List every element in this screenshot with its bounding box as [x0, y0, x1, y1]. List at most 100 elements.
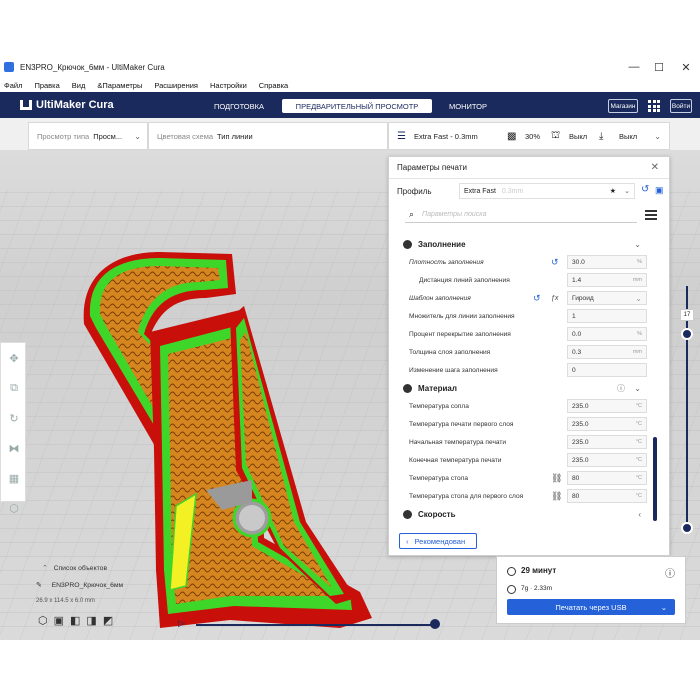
support-blocker-icon[interactable]: ⬡	[1, 493, 27, 523]
close-window-button[interactable]: ✕	[672, 56, 700, 78]
setting-unit: %	[637, 331, 642, 337]
settings-scrollbar[interactable]	[653, 437, 657, 521]
stage-monitor[interactable]: МОНИТОР	[444, 99, 492, 113]
setting-row: Дистанция линий заполнения 1.4 mm	[403, 271, 647, 289]
object-list-title[interactable]: Список объектов	[54, 565, 107, 572]
profile-value: Extra Fast	[464, 187, 496, 195]
play-icon[interactable]: ▷	[178, 618, 185, 629]
mirror-tool-icon[interactable]: ⧓	[1, 433, 27, 463]
layer-slider-track	[686, 286, 688, 534]
pencil-icon[interactable]: ✎	[36, 582, 42, 589]
menu-bar: Файл Правка Вид &Параметры Расширения На…	[0, 78, 700, 92]
info-icon[interactable]: ⓘ	[665, 565, 675, 580]
layer-slider-top-handle[interactable]	[681, 328, 693, 340]
marketplace-button[interactable]: Магазин	[608, 99, 638, 113]
view-right-icon[interactable]: ◩	[103, 614, 113, 627]
link-icon[interactable]: ⛓	[551, 473, 562, 484]
setting-row: Температура стола для первого слоя ⛓ 80 °…	[403, 487, 647, 505]
print-usb-button[interactable]: Печатать через USB ⌄	[507, 599, 675, 615]
setting-value: 0.0	[572, 330, 582, 338]
maximize-button[interactable]: ☐	[645, 56, 673, 78]
infill-density-field[interactable]: 30.0%	[567, 255, 647, 269]
menu-extensions[interactable]: Расширения	[154, 81, 198, 90]
nozzle-temperature-field[interactable]: 235.0 °C	[567, 399, 647, 413]
menu-preferences[interactable]: Настройки	[210, 81, 247, 90]
star-icon[interactable]: ★	[610, 187, 616, 195]
settings-search-input[interactable]: ⌕ Параметры поиска	[405, 207, 637, 223]
per-model-settings-icon[interactable]: ▦	[1, 463, 27, 493]
settings-visibility-menu-icon[interactable]	[645, 210, 657, 220]
scale-tool-icon[interactable]: ⧉	[1, 373, 27, 403]
infill-pattern-dropdown[interactable]: Гироид ⌄	[567, 291, 647, 305]
bed-temperature-field[interactable]: 80 °C	[567, 471, 647, 485]
setting-row: Начальная температура печати 235.0 °C	[403, 433, 647, 451]
cura-app-icon	[4, 62, 14, 72]
setting-unit: °C	[635, 493, 642, 499]
view-type-dropdown[interactable]: Просмотр типа Просм... ⌄	[28, 122, 148, 150]
final-print-temperature-field[interactable]: 235.0 °C	[567, 453, 647, 467]
infill-line-multiplier-field[interactable]: 1	[567, 309, 647, 323]
stage-preview[interactable]: ПРЕДВАРИТЕЛЬНЫЙ ПРОСМОТР	[282, 99, 432, 113]
setting-row: Температура сопла 235.0 °C	[403, 397, 647, 415]
move-tool-icon[interactable]: ✥	[1, 343, 27, 373]
setting-name: Шаблон заполнения	[409, 294, 471, 302]
menu-edit[interactable]: Правка	[34, 81, 59, 90]
view-left-icon[interactable]: ◨	[86, 614, 96, 627]
signin-button[interactable]: Войти	[670, 99, 692, 113]
settings-list[interactable]: Заполнение ⌄ Плотность заполнения ↺ 30.0…	[403, 235, 647, 525]
save-profile-icon[interactable]: ▣	[655, 185, 664, 196]
color-scheme-dropdown[interactable]: Цветовая схема Тип линии	[148, 122, 388, 150]
reset-setting-icon[interactable]: ↺	[551, 257, 559, 268]
view-top-icon[interactable]: ◧	[70, 614, 80, 627]
menu-help[interactable]: Справка	[259, 81, 288, 90]
setting-name: Дистанция линий заполнения	[419, 276, 510, 284]
layer-slider-bottom-handle[interactable]	[681, 522, 693, 534]
reset-setting-icon[interactable]: ↺	[533, 293, 541, 304]
left-toolbar: ✥ ⧉ ↻ ⧓ ▦ ⬡	[0, 342, 27, 515]
minimize-button[interactable]: —	[620, 56, 648, 78]
link-icon[interactable]: ⛓	[551, 491, 562, 502]
setting-value: 235.0	[572, 438, 589, 446]
initial-layer-temperature-field[interactable]: 235.0 °C	[567, 417, 647, 431]
support-summary: Выкл	[569, 131, 588, 141]
path-slider-handle[interactable]	[430, 619, 440, 629]
stage-prepare[interactable]: ПОДГОТОВКА	[210, 99, 268, 113]
menu-settings[interactable]: &Параметры	[97, 81, 142, 90]
bed-temperature-initial-layer-field[interactable]: 80 °C	[567, 489, 647, 503]
category-material[interactable]: Материал ⓘ ⌄	[403, 379, 647, 397]
print-button-label: Печатать через USB	[555, 602, 627, 612]
print-settings-selector[interactable]: ☰ Extra Fast - 0.3mm ▩ 30% ⛫ Выкл ⤓ Выкл…	[388, 122, 670, 150]
view-front-icon[interactable]: ▣	[54, 614, 64, 627]
menu-view[interactable]: Вид	[72, 81, 86, 90]
material-usage: 7g · 2.33m	[521, 585, 553, 592]
profile-dropdown[interactable]: Extra Fast 0.3mm ★ ⌄	[459, 183, 635, 199]
path-slider-track[interactable]	[196, 624, 434, 626]
layer-number[interactable]: 17	[680, 309, 694, 321]
search-icon: ⌕	[409, 209, 415, 219]
chevron-up-icon[interactable]: ⌃	[42, 565, 48, 572]
menu-file[interactable]: Файл	[4, 81, 22, 90]
gradual-infill-steps-field[interactable]: 0	[567, 363, 647, 377]
apps-grid-icon[interactable]	[648, 100, 660, 112]
infill-overlap-field[interactable]: 0.0%	[567, 327, 647, 341]
close-icon[interactable]: ✕	[651, 162, 659, 173]
infill-line-distance-field[interactable]: 1.4 mm	[567, 273, 647, 287]
infill-layer-thickness-field[interactable]: 0.3 mm	[567, 345, 647, 359]
setting-unit: mm	[632, 349, 642, 355]
title-bar: EN3PRO_Крючок_6мм - UltiMaker Cura — ☐ ✕	[0, 56, 700, 78]
view-3d-icon[interactable]: ⬡	[38, 614, 48, 627]
info-icon[interactable]: ⓘ	[617, 383, 625, 394]
layer-slider[interactable]: 17	[680, 286, 694, 534]
chevron-down-icon[interactable]: ⌄	[661, 603, 667, 612]
category-infill[interactable]: Заполнение ⌄	[403, 235, 647, 253]
setting-unit: °C	[635, 439, 642, 445]
function-icon[interactable]: ƒx	[551, 295, 558, 302]
chevron-down-icon: ⌄	[634, 239, 641, 249]
initial-print-temperature-field[interactable]: 235.0 °C	[567, 435, 647, 449]
category-speed[interactable]: Скорость ‹	[403, 505, 647, 523]
setting-value: 30.0	[572, 258, 585, 266]
profile-summary: Extra Fast - 0.3mm	[413, 131, 478, 141]
rotate-tool-icon[interactable]: ↻	[1, 403, 27, 433]
recommended-button[interactable]: ‹ Рекомендован	[399, 533, 477, 549]
reset-profile-icon[interactable]: ↺	[641, 184, 649, 195]
